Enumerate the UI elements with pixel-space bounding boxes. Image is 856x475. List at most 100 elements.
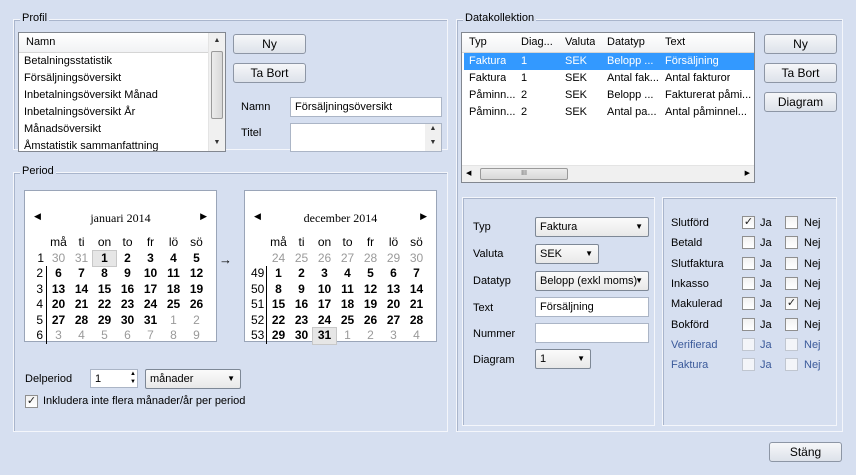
scroll-thumb[interactable] bbox=[211, 51, 223, 119]
calendar-day[interactable]: 10 bbox=[139, 266, 162, 282]
datakollektion-table[interactable]: Typ Diag... Valuta Datatyp Text Faktura 1… bbox=[461, 32, 755, 183]
calendar-grid[interactable]: må ti on to fr lö sö 1 30 31 1 2 3 4 5 2 6 7 8 9 10 11 12 3 13 14… bbox=[31, 235, 208, 344]
scroll-down-icon[interactable]: ▼ bbox=[425, 136, 441, 150]
scroll-up-icon[interactable]: ▲ bbox=[425, 122, 441, 136]
calendar-day[interactable]: 16 bbox=[290, 297, 313, 313]
table-row[interactable]: Faktura 1 SEK Belopp ... Försäljning bbox=[464, 53, 754, 70]
filter-nej-checkbox[interactable] bbox=[785, 236, 798, 250]
calendar-day[interactable]: 17 bbox=[139, 282, 162, 298]
calendar-day[interactable]: 26 bbox=[185, 297, 208, 313]
calendar-day[interactable]: 2 bbox=[185, 313, 208, 329]
calendar-day[interactable]: 22 bbox=[267, 313, 290, 329]
scroll-right-icon[interactable]: ▶ bbox=[745, 166, 750, 182]
profil-list-scrollbar[interactable]: ▲ ▼ bbox=[208, 33, 225, 151]
scroll-left-icon[interactable]: ◀ bbox=[466, 166, 471, 182]
calendar-day[interactable]: 30 bbox=[405, 251, 428, 267]
calendar-day[interactable]: 30 bbox=[290, 328, 313, 344]
calendar-day[interactable]: 25 bbox=[162, 297, 185, 313]
titel-scrollbar[interactable]: ▲ ▼ bbox=[425, 124, 441, 151]
datakollektion-new-button[interactable]: Ny bbox=[764, 34, 837, 54]
calendar-day[interactable]: 1 bbox=[92, 249, 117, 267]
calendar-day[interactable]: 14 bbox=[405, 282, 428, 298]
list-item[interactable]: Inbetalningsöversikt År bbox=[19, 104, 225, 121]
table-row[interactable]: Faktura 1 SEK Antal fak... Antal fakturor bbox=[464, 70, 754, 87]
calendar-day[interactable]: 25 bbox=[290, 251, 313, 267]
filter-ja-checkbox[interactable]: ✓ bbox=[742, 216, 755, 229]
column-header-diagram[interactable]: Diag... bbox=[521, 33, 553, 52]
calendar-january[interactable]: ◀ januari 2014 ▶ må ti on to fr lö sö 1 30 31 1 2 3 4… bbox=[24, 190, 217, 344]
calendar-day[interactable]: 24 bbox=[313, 313, 336, 329]
calendar-day[interactable]: 21 bbox=[70, 297, 93, 313]
filter-ja-checkbox[interactable] bbox=[742, 358, 755, 372]
delperiod-stepper[interactable]: 1 ▲ ▼ bbox=[90, 369, 138, 388]
calendar-day[interactable]: 17 bbox=[313, 297, 336, 313]
calendar-day[interactable]: 20 bbox=[47, 297, 70, 313]
calendar-day[interactable]: 23 bbox=[116, 297, 139, 313]
filter-ja-checkbox[interactable] bbox=[742, 236, 755, 250]
calendar-day[interactable]: 5 bbox=[93, 328, 116, 344]
stepper-up-icon[interactable]: ▲ bbox=[130, 370, 136, 378]
calendar-day[interactable]: 7 bbox=[139, 328, 162, 344]
filter-ja-checkbox[interactable] bbox=[742, 276, 755, 290]
calendar-day[interactable]: 3 bbox=[313, 266, 336, 282]
table-horizontal-scrollbar[interactable]: ◀ III ▶ bbox=[462, 165, 754, 182]
calendar-day[interactable]: 8 bbox=[162, 328, 185, 344]
calendar-day[interactable]: 4 bbox=[70, 328, 93, 344]
calendar-day[interactable]: 2 bbox=[116, 251, 139, 267]
calendar-day[interactable]: 12 bbox=[185, 266, 208, 282]
calendar-day[interactable]: 5 bbox=[359, 266, 382, 282]
filter-nej-checkbox[interactable] bbox=[785, 337, 798, 351]
include-checkbox[interactable]: ✓ bbox=[25, 395, 38, 408]
filter-ja-checkbox[interactable] bbox=[742, 297, 755, 311]
calendar-day[interactable]: 24 bbox=[139, 297, 162, 313]
calendar-day[interactable]: 6 bbox=[47, 266, 70, 282]
calendar-day[interactable]: 19 bbox=[359, 297, 382, 313]
list-item[interactable]: Betalningsstatistik bbox=[19, 53, 225, 70]
calendar-day[interactable]: 1 bbox=[336, 328, 359, 344]
filter-nej-checkbox[interactable] bbox=[785, 256, 798, 270]
datatyp-select[interactable]: Belopp (exkl moms) ▼ bbox=[535, 271, 649, 291]
calendar-day[interactable]: 15 bbox=[267, 297, 290, 313]
datakollektion-delete-button[interactable]: Ta Bort bbox=[764, 63, 837, 83]
list-item[interactable]: Försäljningsöversikt bbox=[19, 70, 225, 87]
calendar-grid[interactable]: må ti on to fr lö sö 24 25 26 27 28 29 30 49 1 2 3 4 5 6 7 50 8… bbox=[251, 235, 428, 345]
filter-ja-checkbox[interactable] bbox=[742, 256, 755, 270]
column-header-text[interactable]: Text bbox=[665, 33, 685, 52]
list-item[interactable]: Åmstatistik sammanfattning bbox=[19, 138, 225, 151]
calendar-day[interactable]: 20 bbox=[382, 297, 405, 313]
filter-ja-checkbox[interactable] bbox=[742, 317, 755, 331]
calendar-day[interactable]: 15 bbox=[93, 282, 116, 298]
calendar-day[interactable]: 27 bbox=[47, 313, 70, 329]
calendar-day[interactable]: 8 bbox=[267, 282, 290, 298]
calendar-day[interactable]: 31 bbox=[312, 327, 337, 345]
diagram-button[interactable]: Diagram bbox=[764, 92, 837, 112]
calendar-day[interactable]: 30 bbox=[47, 251, 70, 267]
calendar-day[interactable]: 14 bbox=[70, 282, 93, 298]
calendar-day[interactable]: 4 bbox=[405, 328, 428, 344]
calendar-day[interactable]: 6 bbox=[116, 328, 139, 344]
calendar-day[interactable]: 9 bbox=[116, 266, 139, 282]
valuta-select[interactable]: SEK ▼ bbox=[535, 244, 599, 264]
calendar-day[interactable]: 29 bbox=[382, 251, 405, 267]
next-month-icon[interactable]: ▶ bbox=[420, 211, 427, 222]
scroll-up-icon[interactable]: ▲ bbox=[209, 33, 225, 49]
titel-input[interactable] bbox=[290, 123, 442, 152]
calendar-day[interactable]: 11 bbox=[162, 266, 185, 282]
list-item[interactable]: Inbetalningsöversikt Månad bbox=[19, 87, 225, 104]
next-month-icon[interactable]: ▶ bbox=[200, 211, 207, 222]
calendar-day[interactable]: 3 bbox=[382, 328, 405, 344]
diagram-select[interactable]: 1 ▼ bbox=[535, 349, 591, 369]
filter-nej-checkbox[interactable] bbox=[785, 216, 798, 229]
text-input[interactable]: Försäljning bbox=[535, 297, 649, 317]
calendar-day[interactable]: 9 bbox=[290, 282, 313, 298]
profil-list[interactable]: Namn Betalningsstatistik Försäljningsöve… bbox=[18, 32, 226, 152]
calendar-day[interactable]: 28 bbox=[405, 313, 428, 329]
scroll-thumb[interactable]: III bbox=[480, 168, 568, 180]
calendar-day[interactable]: 28 bbox=[70, 313, 93, 329]
profil-new-button[interactable]: Ny bbox=[233, 34, 306, 54]
calendar-day[interactable]: 2 bbox=[359, 328, 382, 344]
calendar-day[interactable]: 6 bbox=[382, 266, 405, 282]
calendar-day[interactable]: 1 bbox=[162, 313, 185, 329]
calendar-day[interactable]: 27 bbox=[382, 313, 405, 329]
calendar-day[interactable]: 13 bbox=[47, 282, 70, 298]
